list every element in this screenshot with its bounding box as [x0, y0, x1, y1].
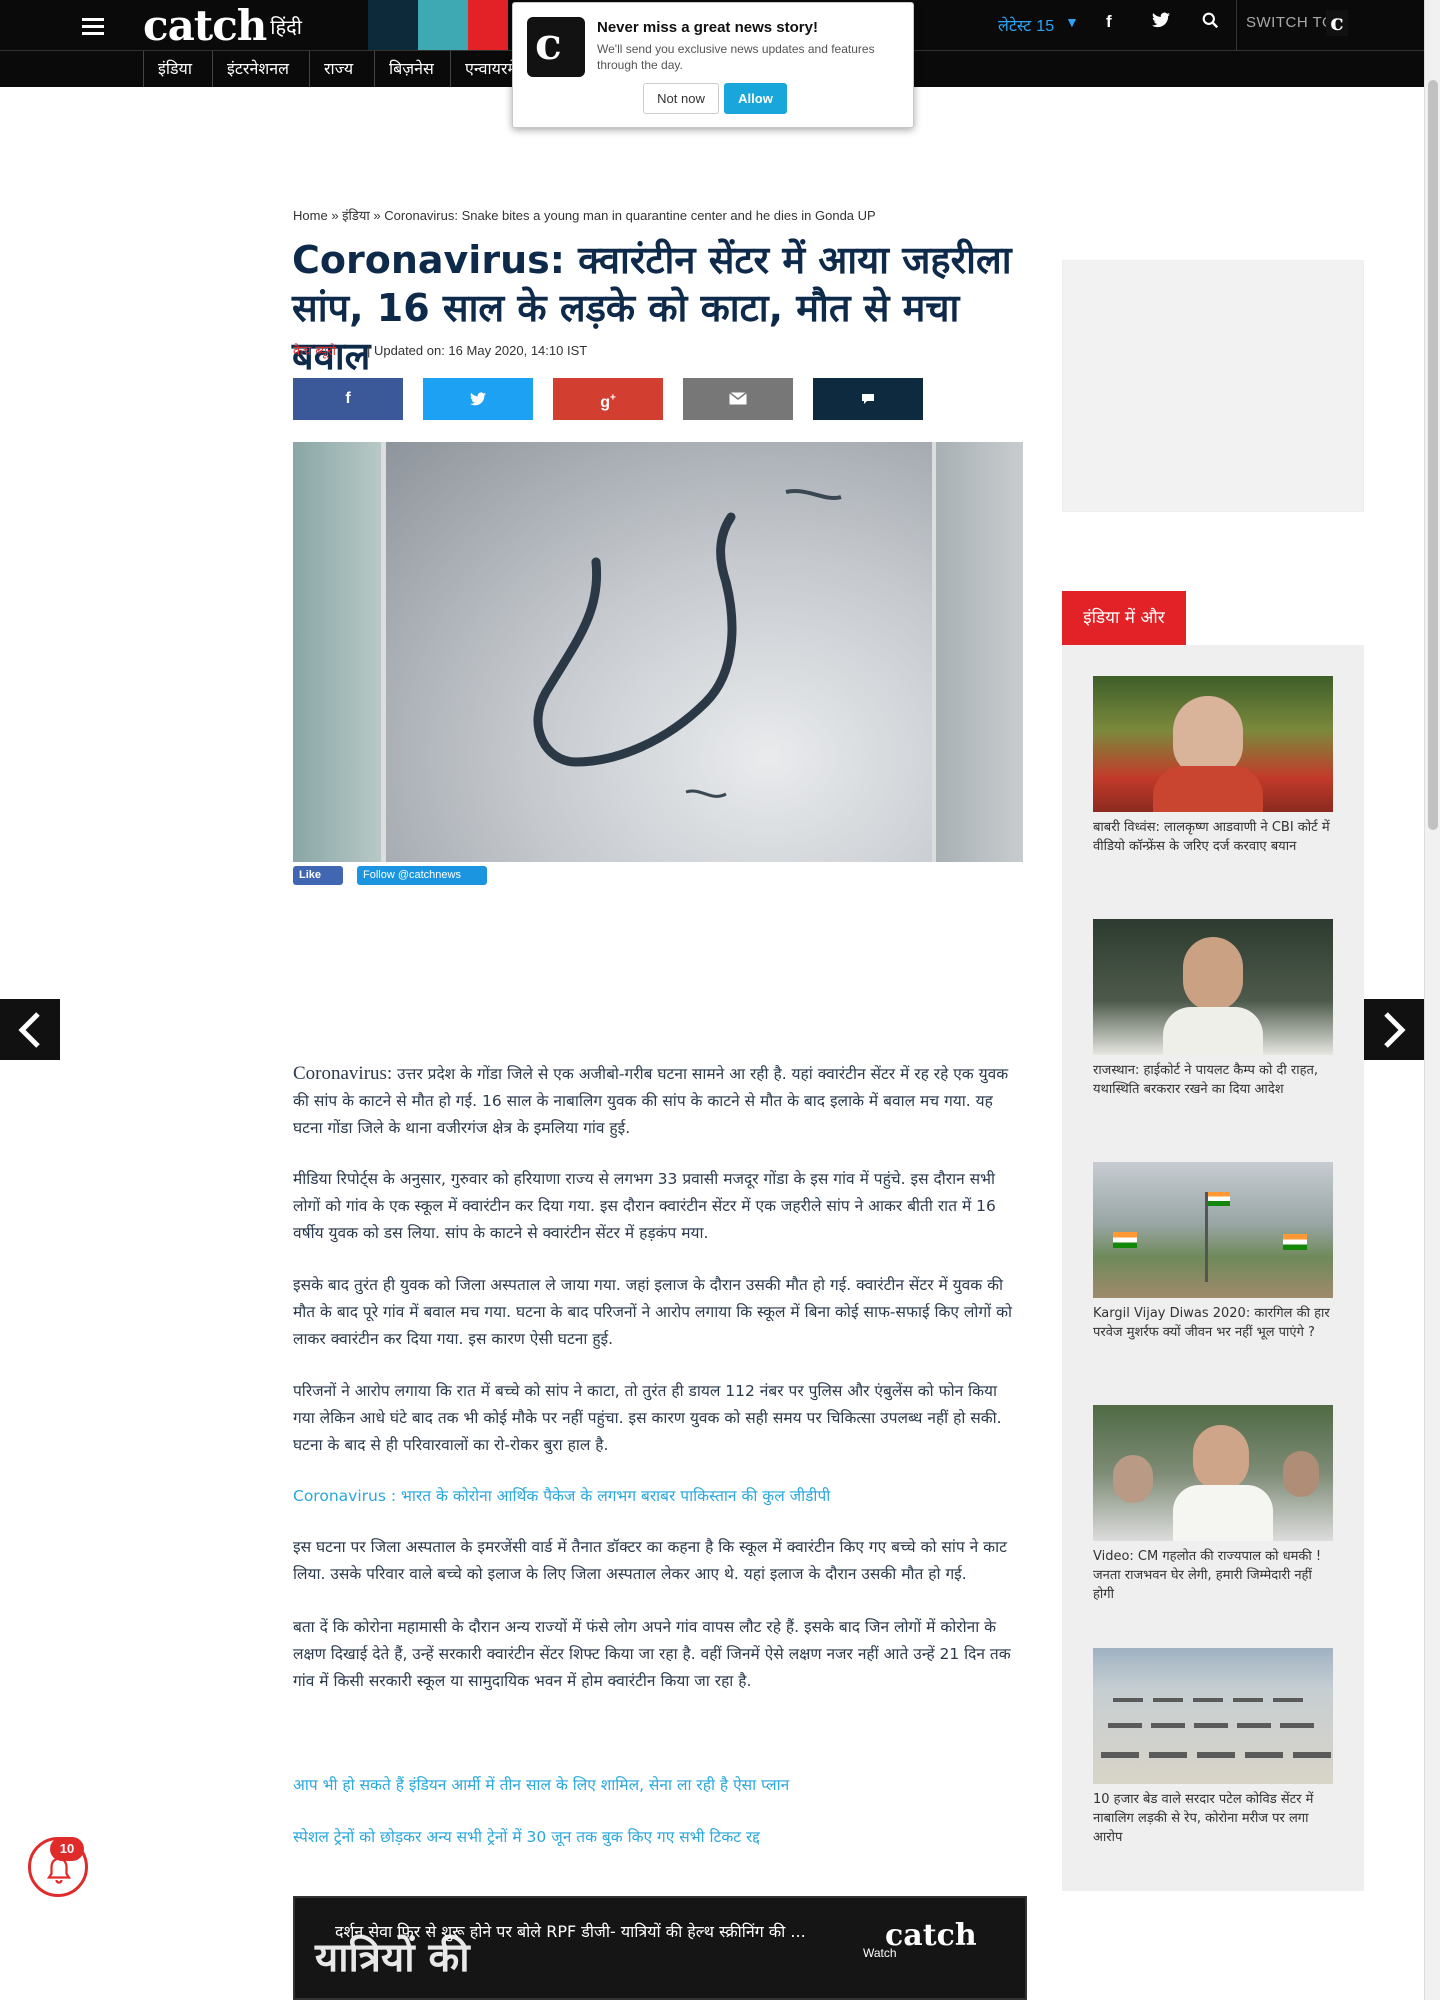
logo-hindi-text: हिंदी [270, 15, 302, 39]
lead-word: Coronavirus: [293, 1063, 393, 1084]
story-thumbnail[interactable] [1093, 1648, 1333, 1784]
story-headline[interactable]: Video: CM गहलोत की राज्यपाल को धमकी ! जन… [1093, 1547, 1333, 1604]
facebook-icon: f [345, 390, 351, 407]
catch-app-icon: c [527, 17, 585, 77]
video-catch-logo: catch [885, 1918, 977, 1953]
share-email-button[interactable] [683, 378, 793, 420]
photo-left-panel [293, 442, 381, 862]
next-article-button[interactable] [1364, 999, 1424, 1060]
header-color-strip [368, 0, 508, 50]
notification-title: Never miss a great news story! [597, 19, 818, 36]
sidebar-section-tag: इंडिया में और [1062, 591, 1186, 645]
related-link-1[interactable]: Coronavirus : भारत के कोरोना आर्थिक पैके… [293, 1483, 1015, 1510]
article-paragraph-6: बता दें कि कोरोना महामासी के दौरान अन्य … [293, 1618, 1011, 1690]
chevron-down-icon[interactable]: ▼ [1065, 14, 1079, 30]
breadcrumb-current: Coronavirus: Snake bites a young man in … [384, 208, 876, 223]
email-icon [729, 392, 747, 405]
story-headline[interactable]: Kargil Vijay Diwas 2020: कारगिल की हार प… [1093, 1304, 1333, 1342]
chevron-right-icon [1384, 1012, 1406, 1049]
not-now-button[interactable]: Not now [643, 83, 719, 114]
nav-item-international[interactable]: इंटरनेशनल [212, 51, 303, 87]
facebook-like-button[interactable]: Like [293, 866, 343, 885]
related-link-3[interactable]: स्पेशल ट्रेनों को छोड़कर अन्य सभी ट्रेनो… [293, 1824, 1015, 1851]
latest-count: 15 [1036, 18, 1055, 35]
previous-article-button[interactable] [0, 999, 60, 1060]
story-thumbnail[interactable] [1093, 1162, 1333, 1298]
article-paragraph-3: इसके बाद तुरंत ही युवक को जिला अस्पताल ल… [293, 1276, 1013, 1348]
sidebar-story-card[interactable]: Video: CM गहलोत की राज्यपाल को धमकी ! जन… [1093, 1405, 1333, 1604]
share-comment-button[interactable] [813, 378, 923, 420]
paragraph-text: उत्तर प्रदेश के गोंडा जिले से एक अजीबो-ग… [293, 1065, 1009, 1137]
story-headline[interactable]: 10 हजार बेड वाले सरदार पटेल कोविड सेंटर … [1093, 1790, 1333, 1847]
video-watch-later[interactable]: Watch [863, 1946, 897, 1960]
nav-item-business[interactable]: बिज़नेस [374, 51, 448, 87]
header-divider [1236, 0, 1237, 50]
breadcrumb-separator: » [331, 208, 339, 223]
article-paragraph-2: मीडिया रिपोर्ट्स के अनुसार, गुरुवार को ह… [293, 1170, 996, 1242]
breadcrumb: Home » इंडिया » Coronavirus: Snake bites… [293, 206, 876, 224]
updated-timestamp: | Updated on: 16 May 2020, 14:10 IST [367, 343, 588, 358]
nav-item-india[interactable]: इंडिया [143, 51, 206, 87]
comment-icon [862, 393, 874, 404]
video-title[interactable]: दर्शन सेवा फिर से शुरू होने पर बोले RPF … [335, 1920, 806, 1942]
latest-news-counter[interactable]: लेटेस्ट 15 [998, 14, 1054, 36]
sidebar-story-card[interactable]: बाबरी विध्वंस: लालकृष्ण आडवाणी ने CBI को… [1093, 676, 1333, 856]
switch-to-english-logo[interactable]: c [1326, 10, 1348, 36]
article-paragraph-1: Coronavirus: उत्तर प्रदेश के गोंडा जिले … [293, 1060, 1015, 1142]
follow-label: Follow @catchnews [363, 869, 461, 881]
video-player[interactable]: यात्रियों की दर्शन सेवा फिर से शुरू होने… [293, 1896, 1027, 2000]
allow-button[interactable]: Allow [724, 83, 787, 114]
sidebar-story-card[interactable]: राजस्थान: हाईकोर्ट ने पायलट कैम्प को दी … [1093, 919, 1333, 1099]
google-plus-icon: g+ [600, 393, 616, 412]
search-icon[interactable] [1202, 12, 1219, 34]
switch-to-label[interactable]: SWITCH TO [1246, 14, 1334, 31]
story-thumbnail[interactable] [1093, 1405, 1333, 1541]
scrollbar-thumb[interactable] [1428, 80, 1438, 830]
article-headline: Coronavirus: क्वारंटीन सेंटर में आया जहर… [292, 238, 1012, 378]
push-notification-prompt: c Never miss a great news story! We'll s… [512, 2, 914, 128]
sidebar-story-card[interactable]: Kargil Vijay Diwas 2020: कारगिल की हार प… [1093, 1162, 1333, 1342]
snake-photo [386, 442, 932, 862]
twitter-follow-button[interactable]: Follow @catchnews [357, 866, 487, 885]
twitter-icon[interactable] [1152, 12, 1170, 33]
page-scrollbar[interactable] [1424, 0, 1440, 2000]
latest-label: लेटेस्ट [998, 16, 1032, 35]
twitter-icon [470, 392, 486, 406]
like-label: Like [299, 869, 322, 881]
logo-text: catch [143, 1, 267, 50]
article-photo [293, 442, 1023, 862]
story-thumbnail[interactable] [1093, 919, 1333, 1055]
story-thumbnail[interactable] [1093, 676, 1333, 812]
share-twitter-button[interactable] [423, 378, 533, 420]
notification-text: We'll send you exclusive news updates an… [597, 42, 875, 72]
share-facebook-button[interactable]: f [293, 378, 403, 420]
chevron-left-icon [18, 1012, 40, 1049]
menu-icon[interactable] [82, 18, 104, 39]
story-headline[interactable]: बाबरी विध्वंस: लालकृष्ण आडवाणी ने CBI को… [1093, 818, 1333, 856]
photo-right-panel [936, 442, 1023, 862]
breadcrumb-section[interactable]: इंडिया [342, 209, 370, 224]
article-paragraph-5: इस घटना पर जिला अस्पताल के इमरजेंसी वार्… [293, 1538, 1007, 1583]
nav-item-states[interactable]: राज्य [309, 51, 367, 87]
related-link-2[interactable]: आप भी हो सकते हैं इंडियन आर्मी में तीन स… [293, 1772, 1015, 1799]
author-link[interactable]: कैच ब्यूरो [293, 341, 336, 359]
facebook-icon[interactable]: f [1106, 12, 1112, 32]
sidebar-story-card[interactable]: 10 हजार बेड वाले सरदार पटेल कोविड सेंटर … [1093, 1648, 1333, 1847]
notification-count-badge: 10 [50, 1837, 84, 1861]
story-headline[interactable]: राजस्थान: हाईकोर्ट ने पायलट कैम्प को दी … [1093, 1061, 1333, 1099]
breadcrumb-home[interactable]: Home [293, 208, 328, 223]
breadcrumb-separator: » [373, 208, 381, 223]
article-paragraph-4: परिजनों ने आरोप लगाया कि रात में बच्चे क… [293, 1382, 1002, 1454]
share-google-plus-button[interactable]: g+ [553, 378, 663, 420]
sidebar-ad-slot [1062, 260, 1364, 512]
catch-app-icon-letter: c [535, 19, 562, 70]
site-logo[interactable]: catch हिंदी [143, 4, 302, 48]
